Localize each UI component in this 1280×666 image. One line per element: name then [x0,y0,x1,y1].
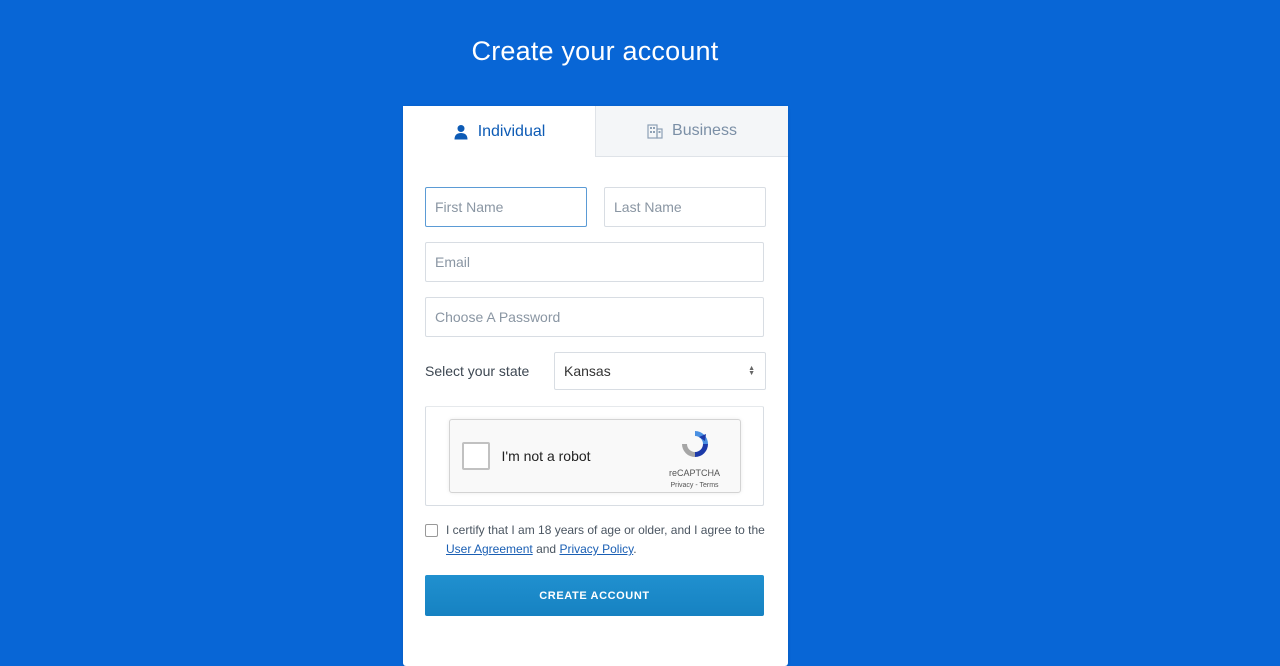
password-input[interactable] [425,297,764,337]
recaptcha-privacy-link[interactable]: Privacy [670,482,693,489]
privacy-policy-link[interactable]: Privacy Policy [559,542,633,556]
state-select[interactable]: Kansas ▲ ▼ [554,352,766,390]
recaptcha-brand-name: reCAPTCHA [668,468,720,478]
tab-label: Business [672,122,737,139]
captcha-checkbox[interactable] [461,442,490,470]
certify-period: . [633,542,637,556]
signup-card: Individual Business First Name Last Name… [403,106,788,666]
last-name-input[interactable] [604,187,766,227]
recaptcha-terms-link[interactable]: Terms [700,482,719,489]
account-type-tabs: Individual Business [403,106,788,157]
page-title: Create your account [471,36,719,66]
state-value: Kansas [564,363,611,379]
tab-label: Individual [477,122,546,140]
user-agreement-link[interactable]: User Agreement [446,542,533,556]
captcha-label: I'm not a robot [501,448,591,464]
tab-business[interactable]: Business [595,106,788,157]
captcha-container: I'm not a robot reCAPTCHA Privacy - Term… [425,406,764,506]
first-name-input[interactable] [425,187,587,227]
recaptcha-brand: reCAPTCHA Privacy - Terms [660,428,730,489]
certify-and: and [536,542,557,556]
recaptcha-logo-icon [679,431,711,464]
certify-text: I certify that I am 18 years of age or o… [446,521,765,559]
recaptcha-widget: I'm not a robot reCAPTCHA Privacy - Term… [448,419,741,493]
certify-checkbox[interactable] [425,524,438,537]
select-arrows-icon: ▲ ▼ [748,365,755,377]
certify-statement: I certify that I am 18 years of age or o… [446,523,765,537]
building-icon [647,123,663,139]
signup-form: Select your state Kansas ▲▼ I'm not a ro… [403,157,788,616]
create-account-button[interactable]: CREATE ACCOUNT [425,575,764,616]
state-label: Select your state [425,363,530,379]
user-icon [453,124,469,140]
certify-row: I certify that I am 18 years of age or o… [425,521,766,559]
tab-individual[interactable]: Individual [403,106,595,157]
email-input[interactable] [425,242,764,282]
